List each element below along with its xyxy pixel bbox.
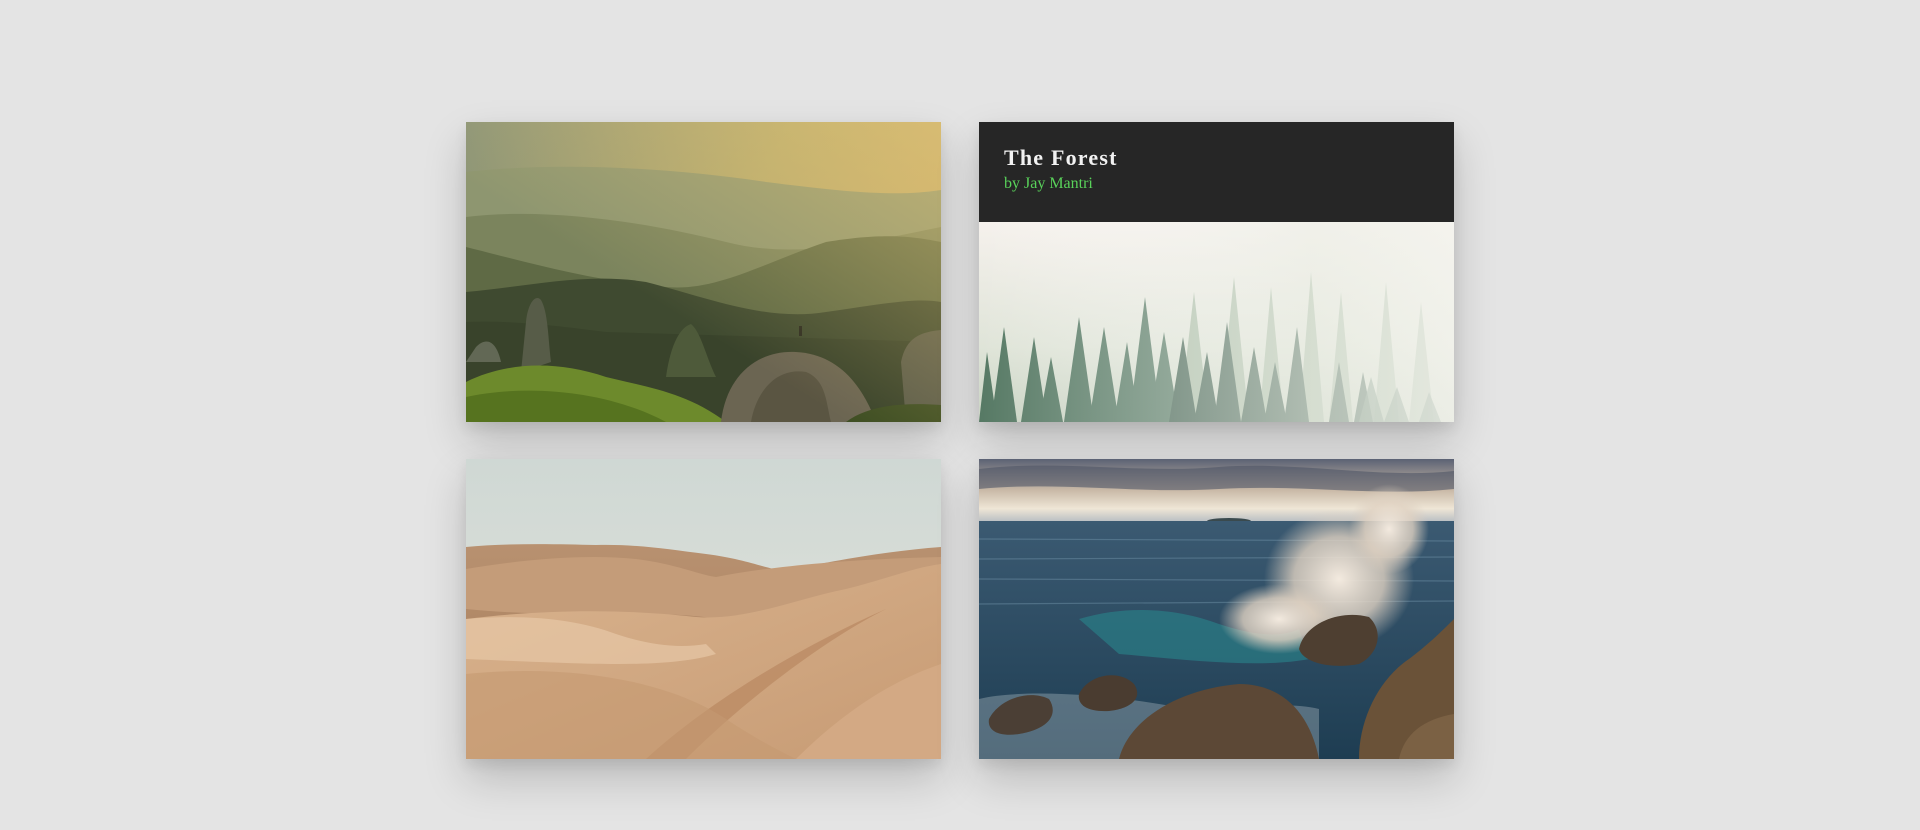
gallery-card-desert[interactable] <box>466 459 941 759</box>
gallery-card-ocean[interactable] <box>979 459 1454 759</box>
photo-author[interactable]: by Jay Mantri <box>1004 174 1429 194</box>
mountain-landscape-image <box>466 122 941 422</box>
ocean-landscape-image <box>979 459 1454 759</box>
photo-title: The Forest <box>1004 145 1118 170</box>
gallery-card-mountains[interactable] <box>466 122 941 422</box>
desert-landscape-image <box>466 459 941 759</box>
photo-caption: The Forest by Jay Mantri <box>979 122 1454 222</box>
photo-gallery: The Forest by Jay Mantri <box>0 0 1920 830</box>
gallery-card-forest[interactable]: The Forest by Jay Mantri <box>979 122 1454 422</box>
